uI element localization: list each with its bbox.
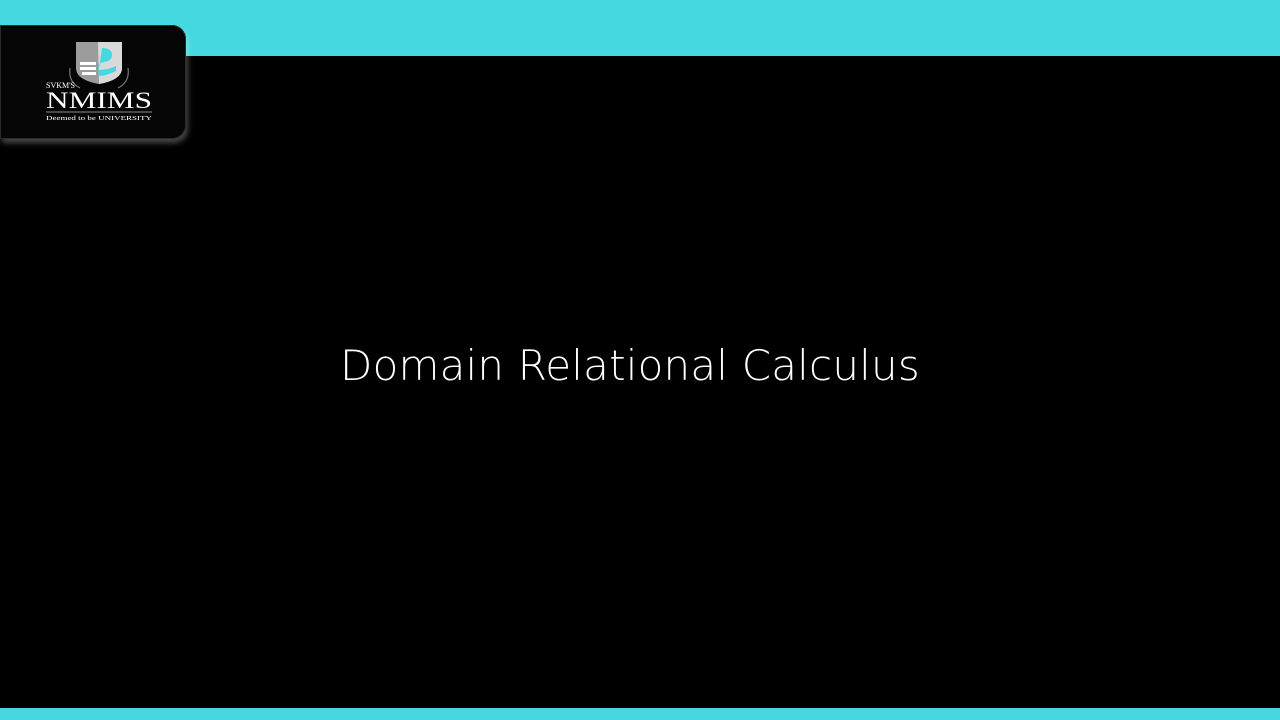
nmims-logo: SVKM'S NMIMS Deemed to be UNIVERSITY bbox=[46, 42, 152, 122]
slide-title: Domain Relational Calculus bbox=[340, 341, 920, 390]
shield-icon bbox=[76, 42, 122, 84]
logo-tagline: Deemed to be UNIVERSITY bbox=[46, 115, 152, 122]
bottom-accent-band bbox=[0, 708, 1280, 720]
top-accent-band bbox=[0, 0, 1280, 56]
logo-name: NMIMS bbox=[46, 88, 152, 113]
